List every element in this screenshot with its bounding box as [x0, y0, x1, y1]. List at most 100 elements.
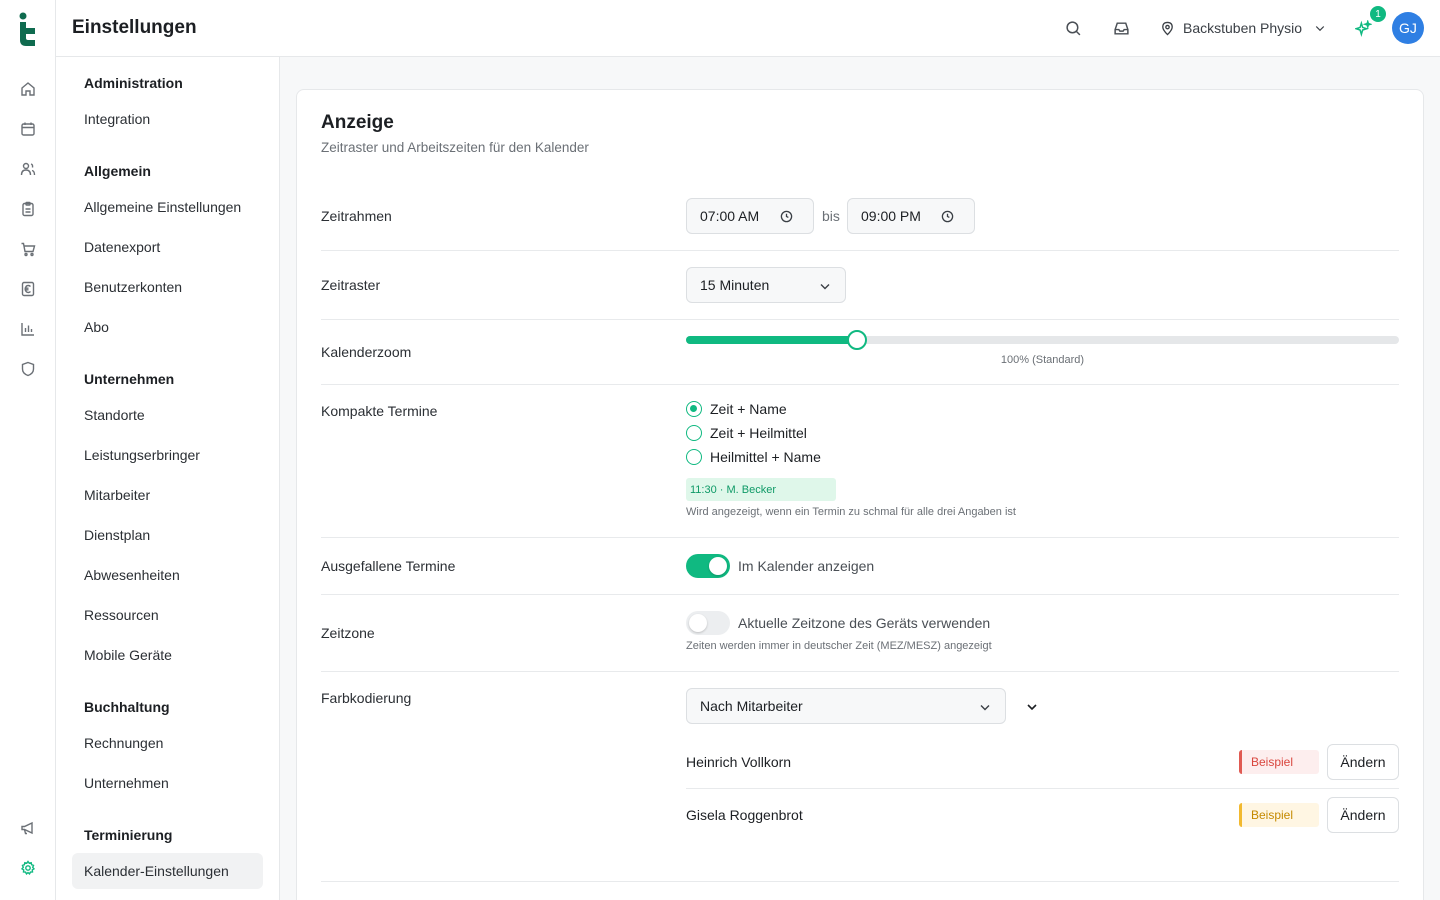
sidebar-item-integration[interactable]: Integration [72, 101, 263, 137]
sidebar-item-benutzerkonten[interactable]: Benutzerkonten [72, 269, 263, 305]
sidebar-section-terminierung: Terminierung [84, 827, 173, 843]
expand-chevron-icon[interactable] [1025, 700, 1039, 714]
divider [686, 788, 1399, 789]
radio-heilmittel-name[interactable]: Heilmittel + Name [686, 448, 821, 466]
location-selector[interactable]: Backstuben Physio [1160, 16, 1326, 40]
zeitzone-hint: Zeiten werden immer in deutscher Zeit (M… [686, 640, 992, 652]
icon-rail [0, 0, 56, 900]
device-timezone-toggle[interactable] [686, 611, 730, 635]
sidebar-section-unternehmen: Unternehmen [84, 371, 175, 387]
radio-zeit-heilmittel[interactable]: Zeit + Heilmittel [686, 424, 807, 442]
search-icon[interactable] [1063, 18, 1083, 38]
toggle-knob [709, 557, 727, 575]
sidebar-item-abo[interactable]: Abo [72, 309, 263, 345]
sidebar-item-rechnungen[interactable]: Rechnungen [72, 725, 263, 761]
radio-label: Zeit + Heilmittel [710, 425, 807, 441]
divider [321, 671, 1399, 672]
chevron-down-icon [980, 705, 990, 711]
zoom-slider-handle[interactable] [847, 330, 868, 350]
divider [321, 881, 1399, 882]
sidebar-item-datenexport[interactable]: Datenexport [72, 229, 263, 265]
toggle-knob [689, 614, 707, 632]
start-time-value: 07:00 AM [700, 208, 760, 224]
divider [321, 319, 1399, 320]
color-sample: Beispiel [1239, 750, 1319, 774]
euro-icon[interactable] [18, 279, 38, 299]
kompakte-termine-label: Kompakte Termine [321, 403, 438, 419]
device-timezone-label: Aktuelle Zeitzone des Geräts verwenden [738, 615, 991, 631]
divider [321, 250, 1399, 251]
sidebar-item-kalender-einstellungen[interactable]: Kalender-Einstellungen [72, 853, 263, 889]
cart-icon[interactable] [18, 239, 38, 259]
megaphone-icon[interactable] [18, 818, 38, 838]
sidebar-section-administration: Administration [84, 75, 183, 91]
time-range-separator: bis [822, 208, 840, 224]
end-time-input[interactable]: 09:00 PM [847, 198, 975, 234]
zeitrahmen-label: Zeitrahmen [321, 208, 392, 224]
page-title: Einstellungen [72, 17, 197, 38]
farbkodierung-value: Nach Mitarbeiter [700, 698, 803, 714]
bar-chart-icon[interactable] [18, 319, 38, 339]
card-subtitle: Zeitraster und Arbeitszeiten für den Kal… [321, 140, 589, 155]
kalenderzoom-label: Kalenderzoom [321, 344, 412, 360]
show-cancelled-toggle[interactable] [686, 554, 730, 578]
inbox-icon[interactable] [1111, 18, 1131, 38]
zeitzone-label: Zeitzone [321, 625, 375, 641]
sidebar-item-leistungserbringer[interactable]: Leistungserbringer [72, 437, 263, 473]
farbkodierung-label: Farbkodierung [321, 690, 412, 706]
kompakt-hint: Wird angezeigt, wenn ein Termin zu schma… [686, 506, 1016, 518]
employee-name: Heinrich Vollkorn [686, 754, 792, 770]
sidebar-item-dienstplan[interactable]: Dienstplan [72, 517, 263, 553]
app-logo[interactable] [16, 12, 40, 46]
show-cancelled-label: Im Kalender anzeigen [738, 558, 875, 574]
radio-dot [686, 425, 702, 441]
clock-icon [941, 210, 954, 223]
radio-label: Heilmittel + Name [710, 449, 821, 465]
sidebar-item-unternehmen[interactable]: Unternehmen [72, 765, 263, 801]
map-pin-icon [1162, 21, 1173, 36]
avatar[interactable]: GJ [1392, 12, 1424, 44]
sidebar-item-ressourcen[interactable]: Ressourcen [72, 597, 263, 633]
change-color-button[interactable]: Ändern [1327, 797, 1399, 833]
color-sample: Beispiel [1239, 803, 1319, 827]
card-title: Anzeige [321, 112, 394, 133]
start-time-input[interactable]: 07:00 AM [686, 198, 814, 234]
home-icon[interactable] [18, 79, 38, 99]
radio-label: Zeit + Name [710, 401, 787, 417]
compact-appointment-preview: 11:30 · M. Becker [686, 478, 836, 501]
sidebar-item-mobile-geraete[interactable]: Mobile Geräte [72, 637, 263, 673]
ausgefallene-termine-label: Ausgefallene Termine [321, 558, 456, 574]
zoom-caption: 100% (Standard) [1000, 354, 1085, 366]
shield-icon[interactable] [18, 359, 38, 379]
main-content: Anzeige Zeitraster und Arbeitszeiten für… [280, 57, 1440, 900]
farbkodierung-select[interactable]: Nach Mitarbeiter [686, 688, 1006, 724]
sidebar-item-mitarbeiter[interactable]: Mitarbeiter [72, 477, 263, 513]
chevron-down-icon [1315, 26, 1325, 32]
clipboard-icon[interactable] [18, 199, 38, 219]
divider [321, 537, 1399, 538]
sidebar-item-allgemeine-einstellungen[interactable]: Allgemeine Einstellungen [72, 189, 263, 225]
sidebar-item-standorte[interactable]: Standorte [72, 397, 263, 433]
location-label: Backstuben Physio [1183, 20, 1303, 36]
radio-zeit-name[interactable]: Zeit + Name [686, 400, 787, 418]
zeitraster-select[interactable]: 15 Minuten [686, 267, 846, 303]
users-icon[interactable] [18, 159, 38, 179]
employee-name: Gisela Roggenbrot [686, 807, 803, 823]
sidebar-item-abwesenheiten[interactable]: Abwesenheiten [72, 557, 263, 593]
zoom-slider-fill [686, 336, 858, 344]
sparkles-icon[interactable] [1353, 18, 1373, 38]
sidebar-section-buchhaltung: Buchhaltung [84, 699, 170, 715]
radio-dot [686, 449, 702, 465]
notification-badge: 1 [1370, 6, 1386, 22]
zoom-slider-track[interactable] [686, 330, 1399, 350]
divider [321, 594, 1399, 595]
change-color-button[interactable]: Ändern [1327, 744, 1399, 780]
settings-sidebar: Administration Integration Allgemein All… [56, 57, 280, 900]
sidebar-section-allgemein: Allgemein [84, 163, 151, 179]
gear-icon[interactable] [18, 858, 38, 878]
settings-card: Anzeige Zeitraster und Arbeitszeiten für… [296, 89, 1424, 900]
clock-icon [780, 210, 793, 223]
end-time-value: 09:00 PM [861, 208, 921, 224]
divider [321, 384, 1399, 385]
calendar-icon[interactable] [18, 119, 38, 139]
